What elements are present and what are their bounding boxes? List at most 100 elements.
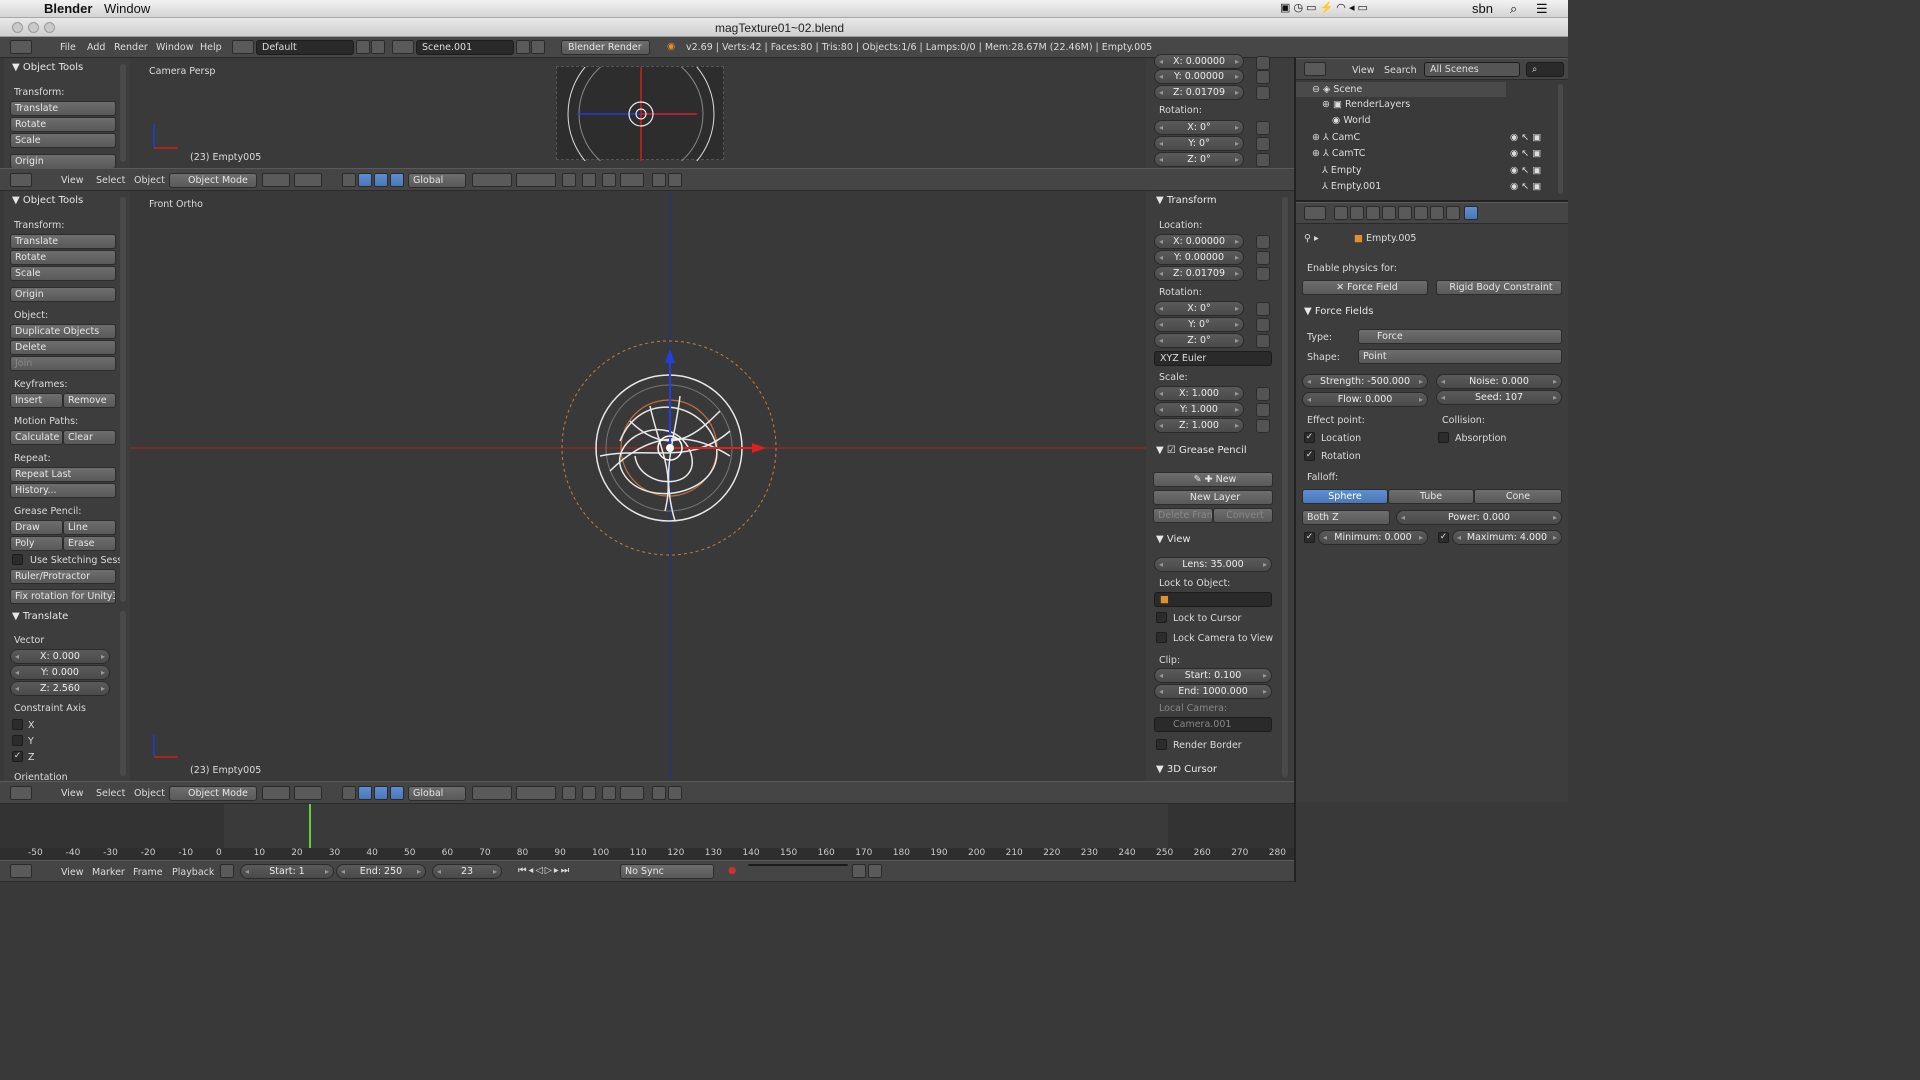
lock-object-field[interactable]: ■ [1154, 592, 1272, 607]
translate-manip-icon[interactable] [358, 786, 372, 800]
frame-menu[interactable]: Frame [133, 867, 163, 878]
notification-icon[interactable]: ☰ [1536, 1, 1548, 17]
new-layer-button[interactable]: New Layer [1153, 490, 1273, 505]
insert-keyframe-icon[interactable] [852, 864, 866, 878]
vector-x-field[interactable]: X: 0.000 [10, 649, 110, 664]
convert-button[interactable]: Convert [1213, 508, 1273, 523]
lock-icon[interactable] [1256, 302, 1270, 316]
scrollbar[interactable] [120, 197, 126, 602]
insert-keyframe-button[interactable]: Insert [10, 393, 63, 408]
select-menu[interactable]: Select [96, 788, 125, 799]
cursor-panel-title[interactable]: ▼ 3D Cursor [1156, 764, 1217, 775]
scale-x-field[interactable]: X: 1.000 [1154, 386, 1244, 401]
lock-icon[interactable] [1256, 235, 1270, 249]
falloff-sphere-tab[interactable]: Sphere [1302, 489, 1388, 504]
rotate-manip-icon[interactable] [374, 786, 388, 800]
search-input[interactable]: ⌕ [1526, 62, 1564, 77]
falloff-direction-select[interactable]: Both Z [1302, 510, 1390, 525]
timeline[interactable] [0, 804, 1294, 860]
menu-add[interactable]: Add [87, 42, 105, 53]
scene-filter-select[interactable]: All Scenes [1424, 62, 1520, 77]
timeline-view-menu[interactable]: View [61, 867, 84, 878]
playback-menu[interactable]: Playback [172, 867, 214, 878]
maximum-field[interactable]: Maximum: 4.000 [1452, 530, 1562, 545]
outliner-item-camc[interactable]: ⊕ ⅄ CamC [1312, 132, 1360, 143]
lock-icon[interactable] [1256, 334, 1270, 348]
view-menu[interactable]: View [61, 175, 84, 186]
status-icons[interactable]: ▣ ◷ ▭ ⚡ ◠ ◂ ▭ [1280, 1, 1368, 14]
rotation-z-field[interactable]: Z: 0° [1154, 333, 1244, 348]
rotate-button[interactable]: Rotate [10, 117, 116, 132]
object-menu[interactable]: Object [134, 788, 165, 799]
lens-field[interactable]: Lens: 35.000 [1154, 557, 1272, 572]
object-menu[interactable]: Object [134, 175, 165, 186]
render-border-checkbox[interactable] [1156, 739, 1167, 750]
constraint-tab-icon[interactable] [1414, 206, 1428, 220]
force-fields-panel-title[interactable]: ▼ Force Fields [1304, 306, 1373, 317]
editor-type-icon[interactable] [1304, 62, 1326, 76]
lock-icon[interactable] [1256, 56, 1270, 70]
power-field[interactable]: Power: 0.000 [1396, 510, 1562, 525]
select-menu[interactable]: Select [96, 175, 125, 186]
render-anim-icon[interactable] [668, 173, 682, 187]
scale-manip-icon[interactable] [390, 786, 404, 800]
lock-icon[interactable] [1256, 153, 1270, 167]
layers-icon[interactable] [472, 786, 512, 800]
layers-icon[interactable] [472, 173, 512, 187]
translate-button[interactable]: Translate [10, 234, 116, 249]
transform-panel-title[interactable]: ▼ Transform [1156, 195, 1217, 206]
draw-button[interactable]: Draw [10, 520, 63, 535]
origin-button[interactable]: Origin [10, 287, 116, 302]
scale-button[interactable]: Scale [10, 133, 116, 148]
use-maximum-checkbox[interactable]: ✓ [1438, 532, 1449, 543]
new-grease-button[interactable]: ✎ ✚ New [1153, 472, 1273, 487]
scale-z-field[interactable]: Z: 1.000 [1154, 418, 1244, 433]
shading-icon[interactable] [262, 786, 290, 800]
vector-z-field[interactable]: Z: 2.560 [10, 681, 110, 696]
physics-tab-icon[interactable] [1464, 206, 1478, 220]
object-tools-title[interactable]: ▼ Object Tools [12, 62, 83, 73]
scale-y-field[interactable]: Y: 1.000 [1154, 402, 1244, 417]
location-checkbox[interactable]: ✓ [1304, 432, 1315, 443]
outliner-view-menu[interactable]: View [1352, 65, 1375, 76]
lock-icon[interactable] [1256, 318, 1270, 332]
delete-frame-button[interactable]: Delete Frame [1153, 508, 1213, 523]
remove-layout-icon[interactable] [371, 40, 385, 54]
constraint-y-checkbox[interactable] [12, 735, 23, 746]
lock-icon[interactable] [1256, 267, 1270, 281]
editor-type-icon[interactable] [10, 40, 32, 54]
add-scene-icon[interactable] [516, 40, 530, 54]
editor-type-icon[interactable] [1304, 206, 1326, 220]
pivot-icon[interactable] [294, 786, 322, 800]
ruler-button[interactable]: Ruler/Protractor [10, 569, 116, 584]
scrollbar[interactable] [120, 611, 126, 776]
pivot-icon[interactable] [294, 173, 322, 187]
rotate-manip-icon[interactable] [374, 173, 388, 187]
scrollbar[interactable] [1558, 84, 1563, 194]
object-tab-icon[interactable] [1398, 206, 1412, 220]
noise-field[interactable]: Noise: 0.000 [1436, 374, 1562, 389]
menu-window[interactable]: Window [156, 42, 193, 53]
outliner-item-camtc[interactable]: ⊕ ⅄ CamTC [1312, 148, 1365, 159]
end-frame-field[interactable]: End: 250 [336, 864, 426, 879]
shading-icon[interactable] [262, 173, 290, 187]
snap-element-icon[interactable] [620, 786, 644, 800]
layers-icon[interactable] [516, 786, 556, 800]
lock-camera-checkbox[interactable] [1156, 632, 1167, 643]
visibility-icon[interactable]: ◉ ↖ ▣ [1510, 181, 1541, 192]
data-tab-icon[interactable] [1430, 206, 1444, 220]
mode-select[interactable]: Object Mode [169, 786, 257, 801]
scrollbar[interactable] [1282, 197, 1288, 777]
app-menu[interactable]: Blender [44, 1, 92, 16]
operator-title[interactable]: ▼ Translate [12, 611, 68, 622]
remove-keyframe-button[interactable]: Remove [63, 393, 116, 408]
layer-lock-icon[interactable] [562, 786, 576, 800]
object-breadcrumb[interactable]: ■ Empty.005 [1354, 233, 1416, 244]
outliner-item-world[interactable]: ◉ World [1332, 115, 1371, 126]
menu-file[interactable]: File [60, 42, 76, 53]
rigid-body-constraint-button[interactable]: Rigid Body Constraint [1436, 280, 1562, 295]
world-tab-icon[interactable] [1382, 206, 1396, 220]
type-select[interactable]: Force [1358, 329, 1562, 344]
lock-icon[interactable] [1256, 251, 1270, 265]
rotation-z-field[interactable]: Z: 0° [1154, 152, 1244, 167]
